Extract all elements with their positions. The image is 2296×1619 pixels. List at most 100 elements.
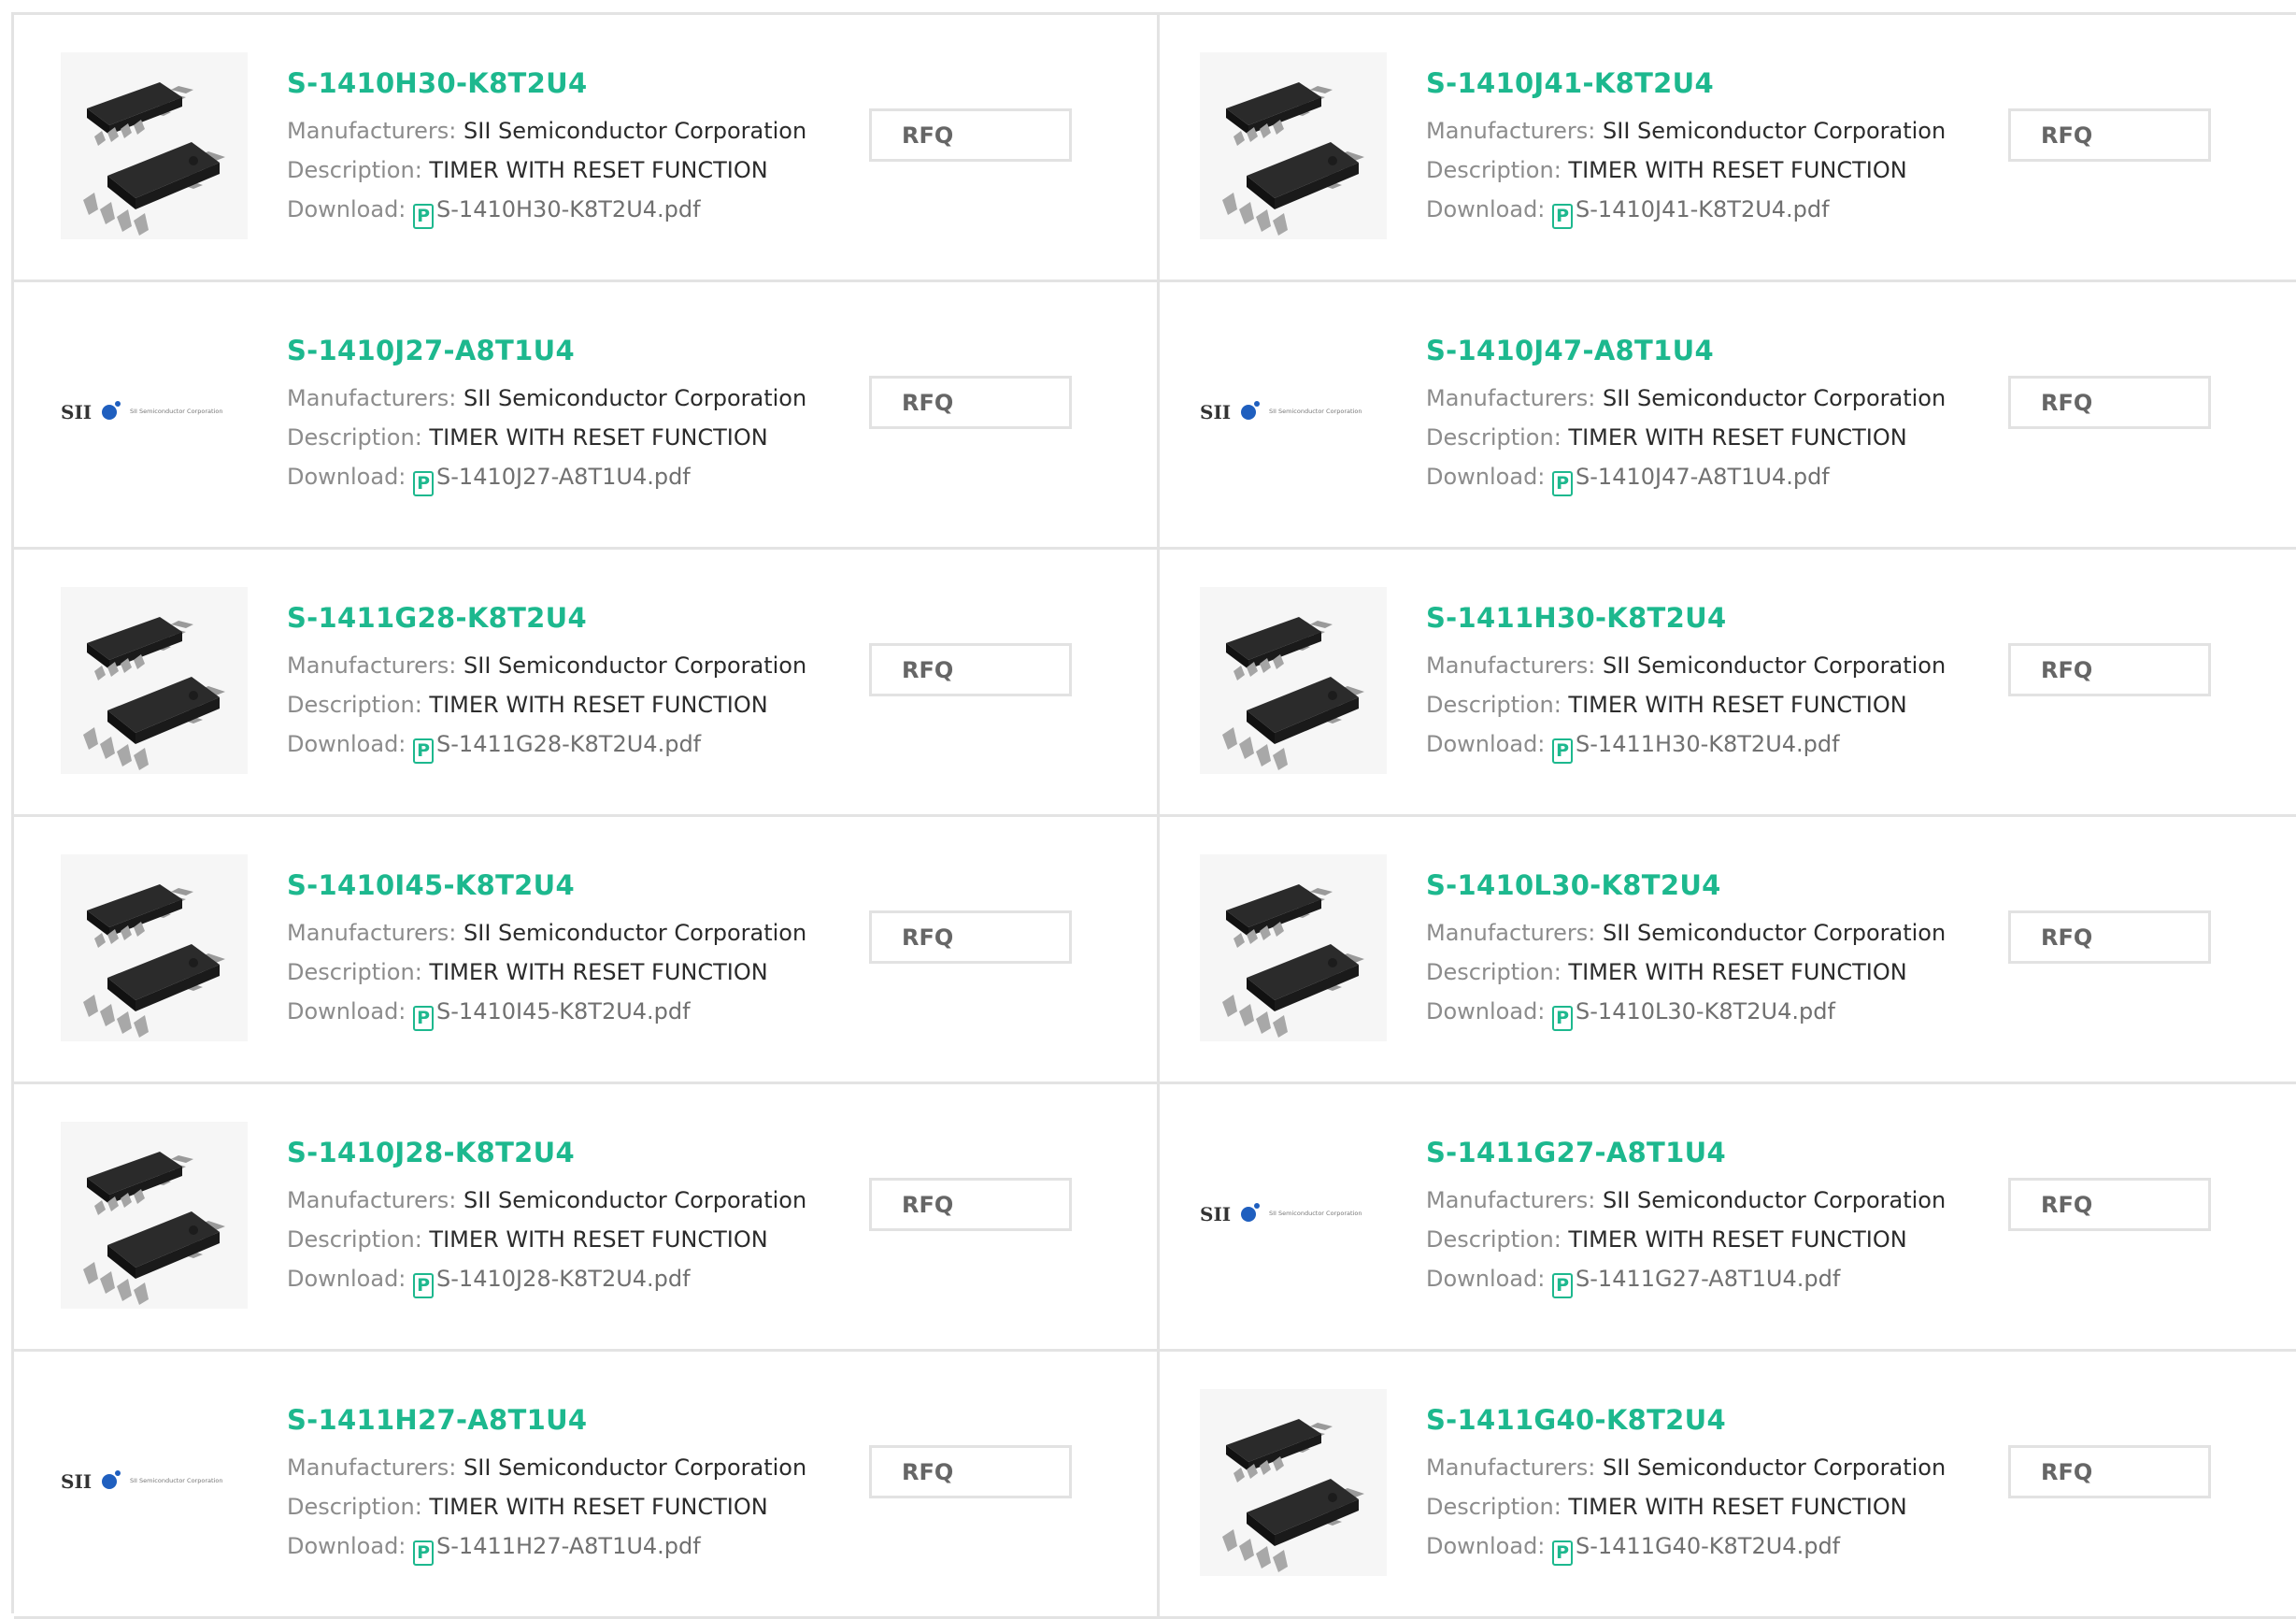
product-name-link[interactable]: S-1411H30-K8T2U4 xyxy=(1426,599,1946,637)
product-image[interactable] xyxy=(1200,587,1387,774)
product-info: S-1411H27-A8T1U4 Manufacturers: SII Semi… xyxy=(287,1401,806,1566)
description-line: Description: TIMER WITH RESET FUNCTION xyxy=(1426,685,1946,724)
product-image[interactable]: SII SII Semiconductor Corporation xyxy=(1200,320,1387,507)
description-label: Description: xyxy=(287,959,422,985)
rfq-button[interactable]: RFQ xyxy=(869,910,1072,964)
product-name-link[interactable]: S-1410H30-K8T2U4 xyxy=(287,64,806,102)
datasheet-download-link[interactable]: S-1411G40-K8T2U4.pdf xyxy=(1576,1533,1840,1559)
svg-text:SII Semiconductor Corporation: SII Semiconductor Corporation xyxy=(130,1477,222,1484)
download-label: Download: xyxy=(1426,196,1546,222)
product-info: S-1411G27-A8T1U4 Manufacturers: SII Semi… xyxy=(1426,1134,1946,1298)
download-line: Download: P S-1410I45-K8T2U4.pdf xyxy=(287,992,806,1031)
rfq-button[interactable]: RFQ xyxy=(2008,643,2211,696)
rfq-button[interactable]: RFQ xyxy=(869,643,1072,696)
description-line: Description: TIMER WITH RESET FUNCTION xyxy=(1426,418,1946,457)
description-line: Description: TIMER WITH RESET FUNCTION xyxy=(287,953,806,992)
manufacturer-value: SII Semiconductor Corporation xyxy=(463,1187,807,1213)
rfq-button[interactable]: RFQ xyxy=(869,108,1072,162)
pdf-icon[interactable]: P xyxy=(1552,738,1574,764)
product-image[interactable] xyxy=(1200,854,1387,1041)
product-image[interactable] xyxy=(1200,52,1387,239)
pdf-icon[interactable]: P xyxy=(413,1273,435,1298)
manufacturers-label: Manufacturers: xyxy=(287,920,457,946)
manufacturers-label: Manufacturers: xyxy=(1426,1187,1596,1213)
pdf-icon[interactable]: P xyxy=(1552,1006,1574,1031)
svg-text:SII Semiconductor Corporation: SII Semiconductor Corporation xyxy=(1269,1210,1362,1217)
rfq-button[interactable]: RFQ xyxy=(869,1445,1072,1498)
product-info: S-1410J28-K8T2U4 Manufacturers: SII Semi… xyxy=(287,1134,806,1298)
datasheet-download-link[interactable]: S-1410J28-K8T2U4.pdf xyxy=(436,1266,691,1292)
manufacturer-value: SII Semiconductor Corporation xyxy=(463,118,807,144)
product-image[interactable]: SII SII Semiconductor Corporation xyxy=(61,1389,248,1576)
datasheet-download-link[interactable]: S-1410J41-K8T2U4.pdf xyxy=(1576,196,1830,222)
product-image[interactable] xyxy=(61,854,248,1041)
datasheet-download-link[interactable]: S-1411G27-A8T1U4.pdf xyxy=(1576,1266,1840,1292)
product-card: S-1410J41-K8T2U4 Manufacturers: SII Semi… xyxy=(1160,15,2296,282)
manufacturers-label: Manufacturers: xyxy=(287,1454,457,1481)
datasheet-download-link[interactable]: S-1411H27-A8T1U4.pdf xyxy=(436,1533,701,1559)
product-card: S-1410J28-K8T2U4 Manufacturers: SII Semi… xyxy=(14,1084,1160,1352)
description-value: TIMER WITH RESET FUNCTION xyxy=(429,157,768,183)
pdf-icon[interactable]: P xyxy=(413,1006,435,1031)
pdf-icon[interactable]: P xyxy=(413,471,435,496)
product-card: S-1411H30-K8T2U4 Manufacturers: SII Semi… xyxy=(1160,550,2296,817)
product-name-link[interactable]: S-1410J28-K8T2U4 xyxy=(287,1134,806,1171)
datasheet-download-link[interactable]: S-1411H30-K8T2U4.pdf xyxy=(1576,731,1840,757)
rfq-button[interactable]: RFQ xyxy=(2008,108,2211,162)
description-value: TIMER WITH RESET FUNCTION xyxy=(1568,424,1907,451)
datasheet-download-link[interactable]: S-1410J47-A8T1U4.pdf xyxy=(1576,464,1830,490)
pdf-icon[interactable]: P xyxy=(1552,471,1574,496)
datasheet-download-link[interactable]: S-1410L30-K8T2U4.pdf xyxy=(1576,998,1835,1024)
product-card: SII SII Semiconductor Corporation S-1411G… xyxy=(1160,1084,2296,1352)
product-image[interactable] xyxy=(1200,1389,1387,1576)
pdf-icon[interactable]: P xyxy=(1552,204,1574,229)
rfq-button[interactable]: RFQ xyxy=(869,1178,1072,1231)
ic-chip-photo xyxy=(1200,52,1387,239)
product-image[interactable]: SII SII Semiconductor Corporation xyxy=(1200,1122,1387,1309)
manufacturer-line: Manufacturers: SII Semiconductor Corpora… xyxy=(287,1448,806,1487)
download-line: Download: P S-1410L30-K8T2U4.pdf xyxy=(1426,992,1946,1031)
rfq-button[interactable]: RFQ xyxy=(2008,910,2211,964)
product-name-link[interactable]: S-1410I45-K8T2U4 xyxy=(287,867,806,904)
pdf-icon[interactable]: P xyxy=(413,1540,435,1566)
download-label: Download: xyxy=(1426,998,1546,1024)
product-name-link[interactable]: S-1411G40-K8T2U4 xyxy=(1426,1401,1946,1439)
description-value: TIMER WITH RESET FUNCTION xyxy=(1568,157,1907,183)
pdf-icon[interactable]: P xyxy=(1552,1273,1574,1298)
datasheet-download-link[interactable]: S-1410I45-K8T2U4.pdf xyxy=(436,998,691,1024)
rfq-button[interactable]: RFQ xyxy=(869,376,1072,429)
product-image[interactable]: SII SII Semiconductor Corporation xyxy=(61,320,248,507)
datasheet-download-link[interactable]: S-1410J27-A8T1U4.pdf xyxy=(436,464,691,490)
product-name-link[interactable]: S-1411H27-A8T1U4 xyxy=(287,1401,806,1439)
product-name-link[interactable]: S-1411G27-A8T1U4 xyxy=(1426,1134,1946,1171)
datasheet-download-link[interactable]: S-1410H30-K8T2U4.pdf xyxy=(436,196,701,222)
description-label: Description: xyxy=(1426,959,1562,985)
pdf-icon[interactable]: P xyxy=(413,204,435,229)
product-name-link[interactable]: S-1410J47-A8T1U4 xyxy=(1426,332,1946,369)
manufacturers-label: Manufacturers: xyxy=(287,385,457,411)
rfq-button[interactable]: RFQ xyxy=(2008,1178,2211,1231)
product-name-link[interactable]: S-1410J41-K8T2U4 xyxy=(1426,64,1946,102)
manufacturer-value: SII Semiconductor Corporation xyxy=(1603,920,1947,946)
product-name-link[interactable]: S-1410L30-K8T2U4 xyxy=(1426,867,1946,904)
datasheet-download-link[interactable]: S-1411G28-K8T2U4.pdf xyxy=(436,731,701,757)
ic-chip-photo xyxy=(1200,1389,1387,1576)
pdf-icon[interactable]: P xyxy=(413,738,435,764)
manufacturers-label: Manufacturers: xyxy=(1426,920,1596,946)
product-card: SII SII Semiconductor Corporation S-1410J… xyxy=(1160,282,2296,550)
product-image[interactable] xyxy=(61,587,248,774)
description-label: Description: xyxy=(1426,692,1562,718)
product-name-link[interactable]: S-1410J27-A8T1U4 xyxy=(287,332,806,369)
pdf-icon[interactable]: P xyxy=(1552,1540,1574,1566)
product-card: SII SII Semiconductor Corporation S-1411H… xyxy=(14,1352,1160,1619)
product-image[interactable] xyxy=(61,1122,248,1309)
svg-text:SII: SII xyxy=(61,401,92,423)
product-image[interactable] xyxy=(61,52,248,239)
product-name-link[interactable]: S-1411G28-K8T2U4 xyxy=(287,599,806,637)
product-info: S-1410I45-K8T2U4 Manufacturers: SII Semi… xyxy=(287,867,806,1031)
ic-chip-photo xyxy=(61,1122,248,1309)
download-label: Download: xyxy=(287,731,406,757)
rfq-button[interactable]: RFQ xyxy=(2008,1445,2211,1498)
description-label: Description: xyxy=(287,424,422,451)
rfq-button[interactable]: RFQ xyxy=(2008,376,2211,429)
